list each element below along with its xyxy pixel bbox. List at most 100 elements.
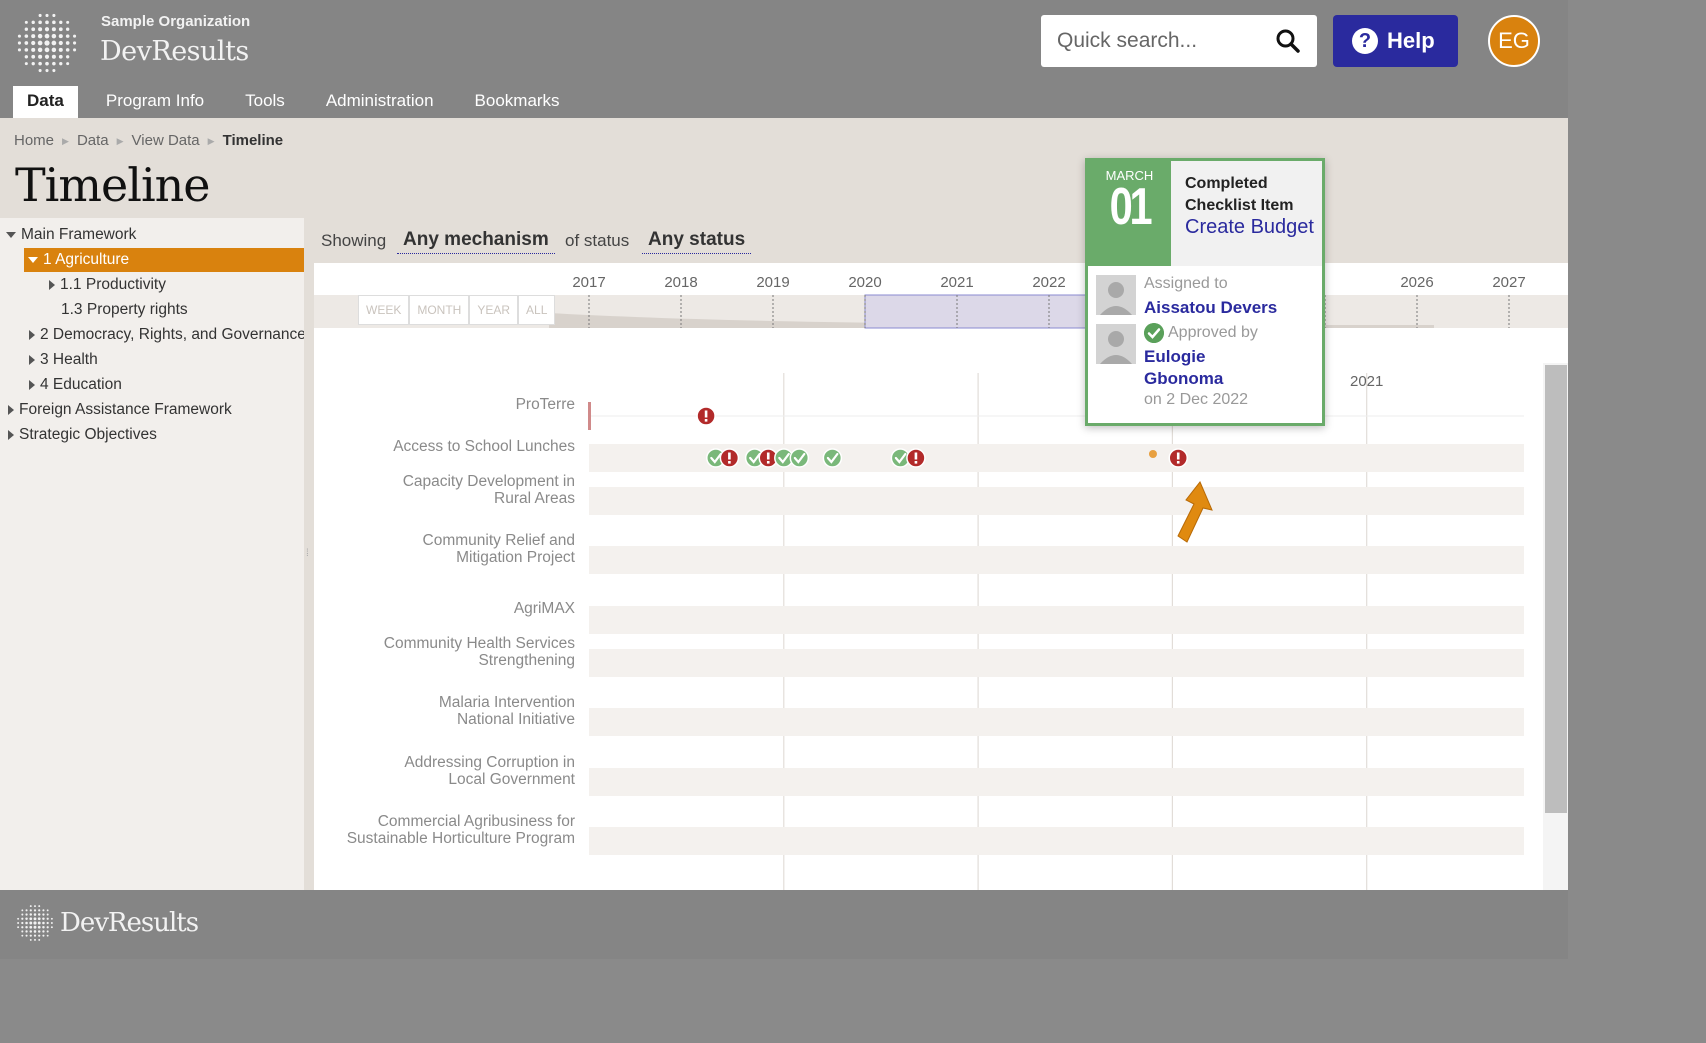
tree-item-strategic-objectives[interactable]: Strategic Objectives — [6, 423, 157, 447]
tree-item-education[interactable]: 4 Education — [27, 373, 122, 397]
row-label: ProTerre — [516, 396, 575, 413]
timeline-chart[interactable]: 202120222024ProTerreAccess to School Lun… — [314, 348, 1568, 890]
row-bar — [589, 546, 1524, 574]
assignee-photo — [1096, 275, 1136, 315]
scrollbar-thumb[interactable] — [1545, 365, 1567, 813]
header: Sample Organization DevResults ? Help EG… — [0, 0, 1568, 118]
drag-handle-icon[interactable]: ⁞ — [306, 548, 309, 559]
tree-item-democracy[interactable]: 2 Democracy, Rights, and Governance — [27, 323, 304, 347]
tab-bookmarks[interactable]: Bookmarks — [461, 86, 574, 118]
assignee-link[interactable]: Aissatou Devers — [1144, 297, 1277, 319]
overview-year-label: 2027 — [1492, 274, 1525, 291]
tooltip-date: MARCH 01 — [1088, 161, 1171, 266]
tooltip-event-kind: Completed Checklist Item — [1185, 175, 1294, 214]
caret-right-icon[interactable] — [49, 279, 55, 290]
filter-bar: Showing Any mechanism of status Any stat… — [314, 218, 1568, 263]
tooltip-item-link[interactable]: Create Budget — [1185, 216, 1320, 238]
row-bar — [589, 487, 1524, 515]
alert-event-icon — [719, 448, 740, 468]
overview-year-label: 2019 — [756, 274, 789, 291]
user-avatar[interactable]: EG — [1488, 15, 1540, 67]
tree-item-main-framework[interactable]: Main Framework — [6, 223, 136, 247]
tree-item-agriculture[interactable]: 1 Agriculture — [24, 248, 304, 272]
person-silhouette-icon — [1096, 324, 1136, 364]
check-event-icon — [789, 448, 810, 468]
row-bar — [589, 649, 1524, 677]
timeline-row: Community Relief and Mitigation Project — [423, 532, 1524, 574]
timeline-panel: Showing Any mechanism of status Any stat… — [314, 218, 1568, 890]
event-tooltip: MARCH 01 Completed Checklist Item Create… — [1085, 158, 1325, 426]
main-nav: Data Program Info Tools Administration B… — [13, 86, 587, 118]
globe-logo-icon — [17, 905, 53, 941]
breadcrumb-view-data[interactable]: View Data — [132, 132, 200, 150]
globe-logo-icon[interactable] — [16, 12, 78, 74]
search-input[interactable] — [1057, 26, 1267, 56]
tab-program-info[interactable]: Program Info — [92, 86, 218, 118]
row-bar — [589, 768, 1524, 796]
breadcrumb-data[interactable]: Data — [77, 132, 109, 150]
overview-year-label: 2017 — [572, 274, 605, 291]
timeline-row: Access to School Lunches — [393, 438, 1524, 472]
framework-tree: Main Framework 1 Agriculture 1.1 Product… — [0, 218, 304, 890]
timeline-overview: 2017201820192020202120222520262027 WEEK … — [314, 263, 1568, 348]
breadcrumb-separator-icon: ▶ — [116, 136, 124, 146]
axis-year-label: 2021 — [1350, 373, 1383, 390]
tree-item-productivity[interactable]: 1.1 Productivity — [47, 273, 166, 297]
mechanism-filter[interactable]: Any mechanism — [397, 229, 555, 254]
row-bar — [589, 708, 1524, 736]
breadcrumb-home[interactable]: Home — [14, 132, 54, 150]
overview-year-label: 2021 — [940, 274, 973, 291]
range-year-button[interactable]: YEAR — [469, 295, 519, 325]
caret-right-icon[interactable] — [8, 429, 14, 440]
range-month-button[interactable]: MONTH — [409, 295, 470, 325]
range-week-button[interactable]: WEEK — [358, 295, 410, 325]
app-window: Sample Organization DevResults ? Help EG… — [0, 0, 1568, 959]
timeline-row: Capacity Development in Rural Areas — [403, 473, 1524, 515]
approver-link[interactable]: Eulogie Gbonoma — [1144, 346, 1264, 390]
tooltip-header: Completed Checklist Item Create Budget — [1171, 161, 1322, 266]
row-label: Community Health Services Strengthening — [384, 635, 575, 669]
help-label: Help — [1387, 28, 1435, 53]
check-circle-icon — [1144, 323, 1164, 343]
search-icon[interactable] — [1275, 28, 1301, 54]
pointer-arrow-icon — [1177, 481, 1213, 543]
caret-right-icon[interactable] — [29, 354, 35, 365]
breadcrumb: Home ▶ Data ▶ View Data ▶ Timeline — [14, 132, 291, 150]
org-name: Sample Organization — [101, 13, 251, 30]
caret-down-icon[interactable] — [28, 256, 38, 263]
tab-tools[interactable]: Tools — [231, 86, 299, 118]
breadcrumb-current: Timeline — [222, 132, 284, 149]
timeline-row: Malaria Intervention National Initiative — [439, 694, 1524, 736]
breadcrumb-separator-icon: ▶ — [207, 136, 215, 146]
tab-administration[interactable]: Administration — [312, 86, 448, 118]
overview-year-label: 2026 — [1400, 274, 1433, 291]
status-filter[interactable]: Any status — [642, 229, 752, 254]
caret-right-icon[interactable] — [29, 329, 35, 340]
row-label: Community Relief and Mitigation Project — [423, 532, 576, 566]
row-bar — [589, 827, 1524, 855]
check-event-icon — [822, 448, 843, 468]
assigned-label: Assigned to — [1144, 275, 1228, 292]
timeline-row: ProTerre — [516, 396, 1524, 430]
search-box — [1041, 15, 1317, 67]
alert-event-icon — [906, 448, 926, 468]
caret-right-icon[interactable] — [29, 379, 35, 390]
pane-splitter[interactable]: ⁞ — [304, 218, 314, 890]
range-all-button[interactable]: ALL — [518, 295, 556, 325]
tab-data[interactable]: Data — [13, 86, 78, 118]
tree-item-property-rights[interactable]: 1.3 Property rights — [61, 298, 188, 322]
caret-down-icon[interactable] — [6, 231, 16, 238]
person-silhouette-icon — [1096, 275, 1136, 315]
timeline-row: Community Health Services Strengthening — [384, 635, 1524, 677]
tree-item-health[interactable]: 3 Health — [27, 348, 98, 372]
app-name[interactable]: DevResults — [100, 36, 249, 67]
overview-year-label: 2018 — [664, 274, 697, 291]
alert-event-icon — [696, 406, 716, 426]
timeline-row: AgriMAX — [514, 600, 1524, 634]
row-label: Commercial Agribusiness for Sustainable H… — [347, 813, 575, 847]
help-button[interactable]: ? Help — [1333, 15, 1458, 67]
title-bar: Home ▶ Data ▶ View Data ▶ Timeline Timel… — [0, 118, 1568, 218]
tooltip-day: 01 — [1109, 178, 1153, 236]
caret-right-icon[interactable] — [8, 404, 14, 415]
tree-item-foreign-assistance[interactable]: Foreign Assistance Framework — [6, 398, 232, 422]
